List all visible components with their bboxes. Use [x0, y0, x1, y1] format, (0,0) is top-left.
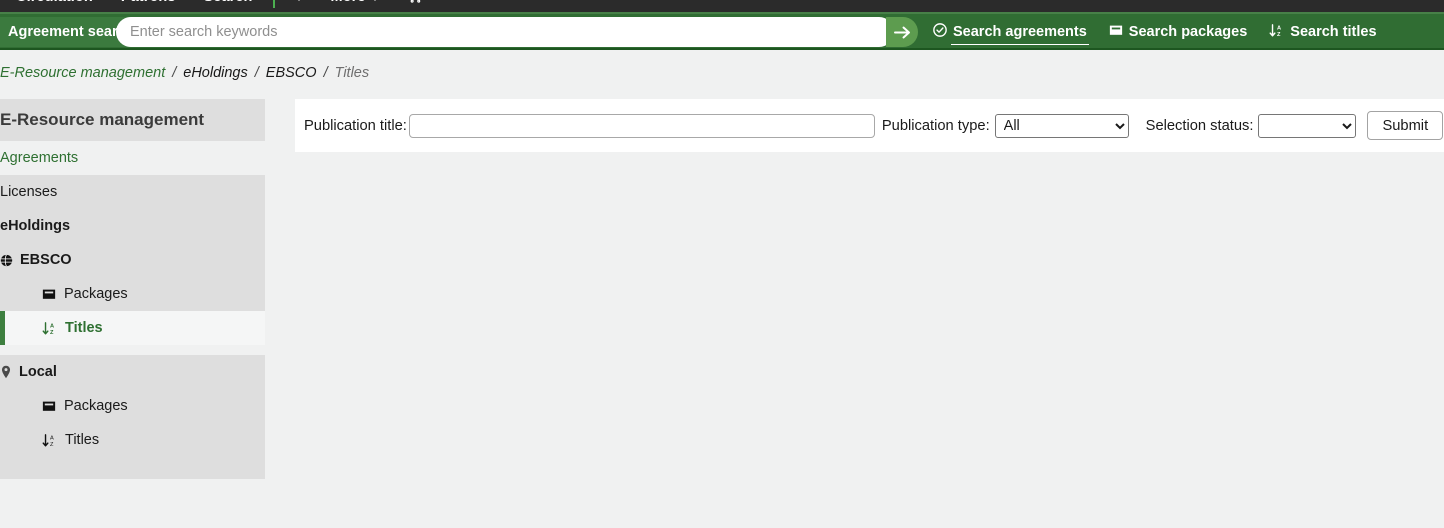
tab-label: Search packages	[1129, 24, 1248, 40]
breadcrumb-item-ebsco[interactable]: EBSCO	[266, 65, 317, 81]
sidebar-group-eholdings: Licenses eHoldings EBSCO Packages AZ Tit…	[0, 175, 265, 345]
sidebar-item-label: Agreements	[0, 150, 78, 166]
tab-search-agreements[interactable]: Search agreements	[922, 14, 1098, 50]
search-input-wrapper	[116, 17, 894, 47]
sidebar-item-agreements[interactable]: Agreements	[0, 141, 265, 175]
sidebar-item-local-titles[interactable]: AZ Titles	[0, 423, 265, 457]
publication-type-select[interactable]: All	[995, 114, 1129, 138]
sidebar-item-licenses[interactable]: Licenses	[0, 175, 265, 209]
submit-button[interactable]: Submit	[1367, 111, 1443, 140]
sidebar-item-local-packages[interactable]: Packages	[0, 389, 265, 423]
search-scope-tabs: Search agreements Search packages AZ Sea…	[922, 14, 1388, 50]
sidebar-item-label: Titles	[65, 432, 99, 448]
sort-alpha-icon: AZ	[42, 433, 57, 448]
topnav-divider	[273, 0, 275, 8]
topnav-item-overflow[interactable]	[281, 0, 317, 13]
sidebar-group-gap	[0, 345, 265, 355]
sidebar-item-label: EBSCO	[20, 252, 72, 268]
topnav-item-cart[interactable]	[393, 0, 436, 13]
sidebar-group-agreements: Agreements	[0, 141, 265, 175]
topnav-item-search[interactable]: Search	[190, 0, 267, 13]
tab-search-packages[interactable]: Search packages	[1098, 14, 1259, 50]
chevron-down-icon	[371, 0, 379, 1]
breadcrumb: E-Resource management / eHoldings / EBSC…	[0, 50, 1444, 96]
svg-text:Z: Z	[50, 442, 54, 448]
pin-icon	[0, 365, 12, 379]
breadcrumb-item-titles: Titles	[335, 65, 370, 81]
breadcrumb-item-eresource-management[interactable]: E-Resource management	[0, 65, 165, 81]
globe-icon	[0, 254, 13, 267]
topnav-label: Circulation	[16, 0, 93, 5]
topnav-label: Patrons	[121, 0, 176, 5]
sidebar-item-label: eHoldings	[0, 218, 70, 234]
svg-text:A: A	[1277, 25, 1281, 31]
breadcrumb-item-eholdings[interactable]: eHoldings	[183, 65, 248, 81]
svg-text:A: A	[50, 435, 54, 441]
sidebar-item-ebsco[interactable]: EBSCO	[0, 243, 265, 277]
top-navigation-bar: Circulation Patrons Search More	[0, 0, 1444, 14]
sidebar-item-label: Packages	[64, 286, 128, 302]
topnav-item-more[interactable]: More	[317, 0, 393, 13]
sidebar-item-eholdings[interactable]: eHoldings	[0, 209, 265, 243]
sidebar-item-local[interactable]: Local	[0, 355, 265, 389]
sidebar-item-ebsco-packages[interactable]: Packages	[0, 277, 265, 311]
topnav-item-patrons[interactable]: Patrons	[107, 0, 190, 13]
package-icon	[1109, 23, 1123, 41]
arrow-right-icon	[894, 25, 911, 40]
cart-icon	[407, 0, 422, 7]
sidebar-item-label: Titles	[65, 320, 103, 336]
sidebar-bottom-padding	[0, 457, 265, 479]
search-input[interactable]	[116, 18, 894, 46]
sidebar-group-local: Local Packages AZ Titles	[0, 355, 265, 479]
topnav-label: More	[331, 0, 366, 5]
topnav-item-circulation[interactable]: Circulation	[2, 0, 107, 13]
breadcrumb-separator: /	[165, 65, 183, 81]
breadcrumb-separator: /	[317, 65, 335, 81]
svg-text:Z: Z	[50, 330, 54, 336]
sort-alpha-icon: AZ	[42, 321, 57, 336]
chevron-down-icon	[295, 0, 303, 1]
topnav-label: Search	[204, 0, 253, 5]
tab-label: Search agreements	[953, 24, 1087, 40]
sidebar-item-ebsco-titles[interactable]: AZ Titles	[0, 311, 265, 345]
sidebar-title: E-Resource management	[0, 99, 265, 141]
sidebar-header-block: E-Resource management	[0, 99, 265, 141]
sort-alpha-icon: AZ	[1269, 23, 1284, 42]
agreement-search-bar: Agreement search Search agreements Searc…	[0, 14, 1444, 50]
publication-type-label: Publication type:	[882, 118, 990, 134]
publication-title-label: Publication title:	[304, 118, 407, 134]
title-search-form: Publication title: Publication type: All…	[295, 111, 1443, 140]
publication-title-input[interactable]	[409, 114, 875, 138]
breadcrumb-separator: /	[248, 65, 266, 81]
sidebar-item-label: Local	[19, 364, 57, 380]
tab-search-titles[interactable]: AZ Search titles	[1258, 14, 1387, 50]
package-icon	[42, 287, 56, 301]
package-icon	[42, 399, 56, 413]
svg-text:Z: Z	[1277, 32, 1281, 38]
sidebar: E-Resource management Agreements License…	[0, 99, 265, 479]
search-submit-button[interactable]	[886, 17, 918, 47]
svg-text:A: A	[50, 323, 54, 329]
title-search-form-card: Publication title: Publication type: All…	[295, 99, 1444, 152]
check-circle-icon	[933, 23, 947, 41]
selection-status-label: Selection status:	[1146, 118, 1254, 134]
sidebar-item-label: Licenses	[0, 184, 57, 200]
tab-label: Search titles	[1290, 24, 1376, 40]
sidebar-item-label: Packages	[64, 398, 128, 414]
selection-status-select[interactable]	[1258, 114, 1356, 138]
